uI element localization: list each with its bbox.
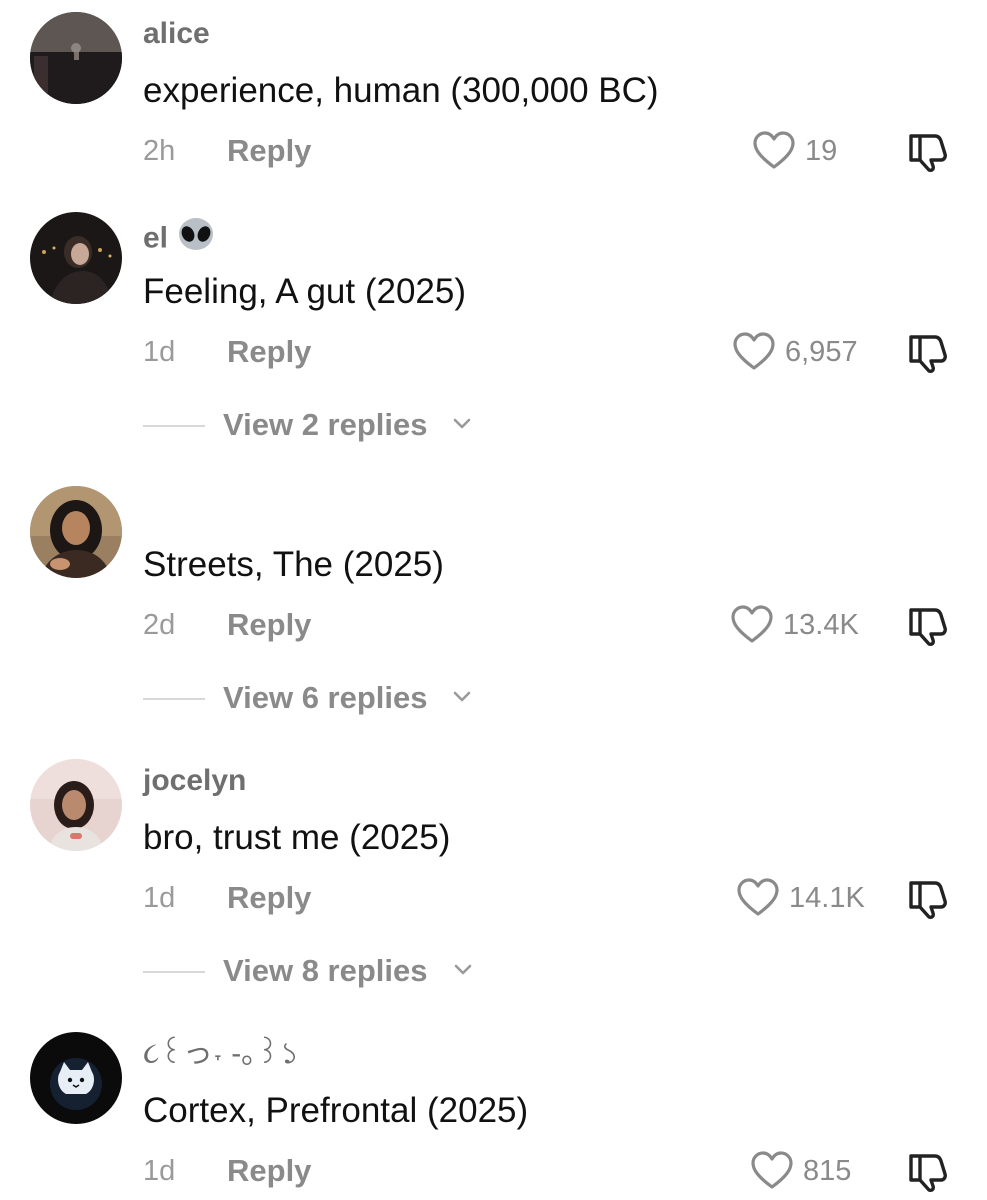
avatar[interactable] xyxy=(30,212,122,304)
comment-text: experience, human (300,000 BC) xyxy=(143,71,659,110)
comment-actions: 1d Reply 6,957 xyxy=(143,329,963,373)
chevron-down-icon xyxy=(453,418,471,429)
view-replies-label: View 2 replies xyxy=(223,407,428,442)
timestamp: 2h xyxy=(143,135,176,167)
alien-emoji xyxy=(176,218,216,261)
avatar[interactable] xyxy=(30,12,122,104)
reply-button[interactable]: Reply xyxy=(227,878,311,918)
heart-outline-icon xyxy=(731,605,773,643)
view-replies-button[interactable]: View 6 replies xyxy=(143,678,543,718)
comment-actions: 1d Reply 815 xyxy=(143,1148,963,1192)
heart-outline-icon xyxy=(733,332,775,370)
like-count: 14.1K xyxy=(789,882,865,914)
comment-text: bro, trust me (2025) xyxy=(143,818,451,857)
timestamp: 1d xyxy=(143,336,176,368)
username[interactable]: alice xyxy=(143,16,210,52)
username-label: el xyxy=(143,221,169,255)
username[interactable]: ૮꒰っ˕ -｡꒱১ xyxy=(143,1036,299,1072)
like-count: 815 xyxy=(803,1155,852,1187)
view-replies-button[interactable]: View 2 replies xyxy=(143,405,543,445)
comment-text: Cortex, Prefrontal (2025) xyxy=(143,1091,529,1130)
comment-actions: 2d Reply 13.4K xyxy=(143,602,963,646)
timestamp: 1d xyxy=(143,882,176,914)
like-count: 6,957 xyxy=(785,336,858,368)
username[interactable]: el xyxy=(143,218,216,261)
timestamp: 2d xyxy=(143,609,176,641)
divider-line xyxy=(143,971,205,973)
heart-outline-icon xyxy=(751,1151,793,1189)
username[interactable]: jocelyn xyxy=(143,763,246,799)
comment-text: Feeling, A gut (2025) xyxy=(143,272,466,311)
heart-outline-icon xyxy=(737,878,779,916)
thumbs-down-icon[interactable] xyxy=(905,875,949,919)
chevron-down-icon xyxy=(453,691,471,702)
thumbs-down-icon[interactable] xyxy=(905,1148,949,1192)
thumbs-down-icon[interactable] xyxy=(905,602,949,646)
reply-button[interactable]: Reply xyxy=(227,1151,311,1191)
view-replies-label: View 8 replies xyxy=(223,953,428,988)
comment-actions: 1d Reply 14.1K xyxy=(143,875,963,919)
avatar[interactable] xyxy=(30,486,122,578)
like-count: 19 xyxy=(805,135,838,167)
thumbs-down-icon[interactable] xyxy=(905,329,949,373)
view-replies-button[interactable]: View 8 replies xyxy=(143,951,543,991)
divider-line xyxy=(143,698,205,700)
chevron-down-icon xyxy=(454,964,472,975)
reply-button[interactable]: Reply xyxy=(227,605,311,645)
reply-button[interactable]: Reply xyxy=(227,131,311,171)
timestamp: 1d xyxy=(143,1155,176,1187)
like-count: 13.4K xyxy=(783,609,859,641)
comment-actions: 2h Reply 19 xyxy=(143,128,963,172)
avatar[interactable] xyxy=(30,1032,122,1124)
comment-text: Streets, The (2025) xyxy=(143,545,444,584)
view-replies-label: View 6 replies xyxy=(223,680,428,715)
reply-button[interactable]: Reply xyxy=(227,332,311,372)
thumbs-down-icon[interactable] xyxy=(905,128,949,172)
avatar[interactable] xyxy=(30,759,122,851)
heart-outline-icon xyxy=(753,131,795,169)
divider-line xyxy=(143,425,205,427)
comment-list: alice experience, human (300,000 BC) 2h … xyxy=(0,0,987,1200)
